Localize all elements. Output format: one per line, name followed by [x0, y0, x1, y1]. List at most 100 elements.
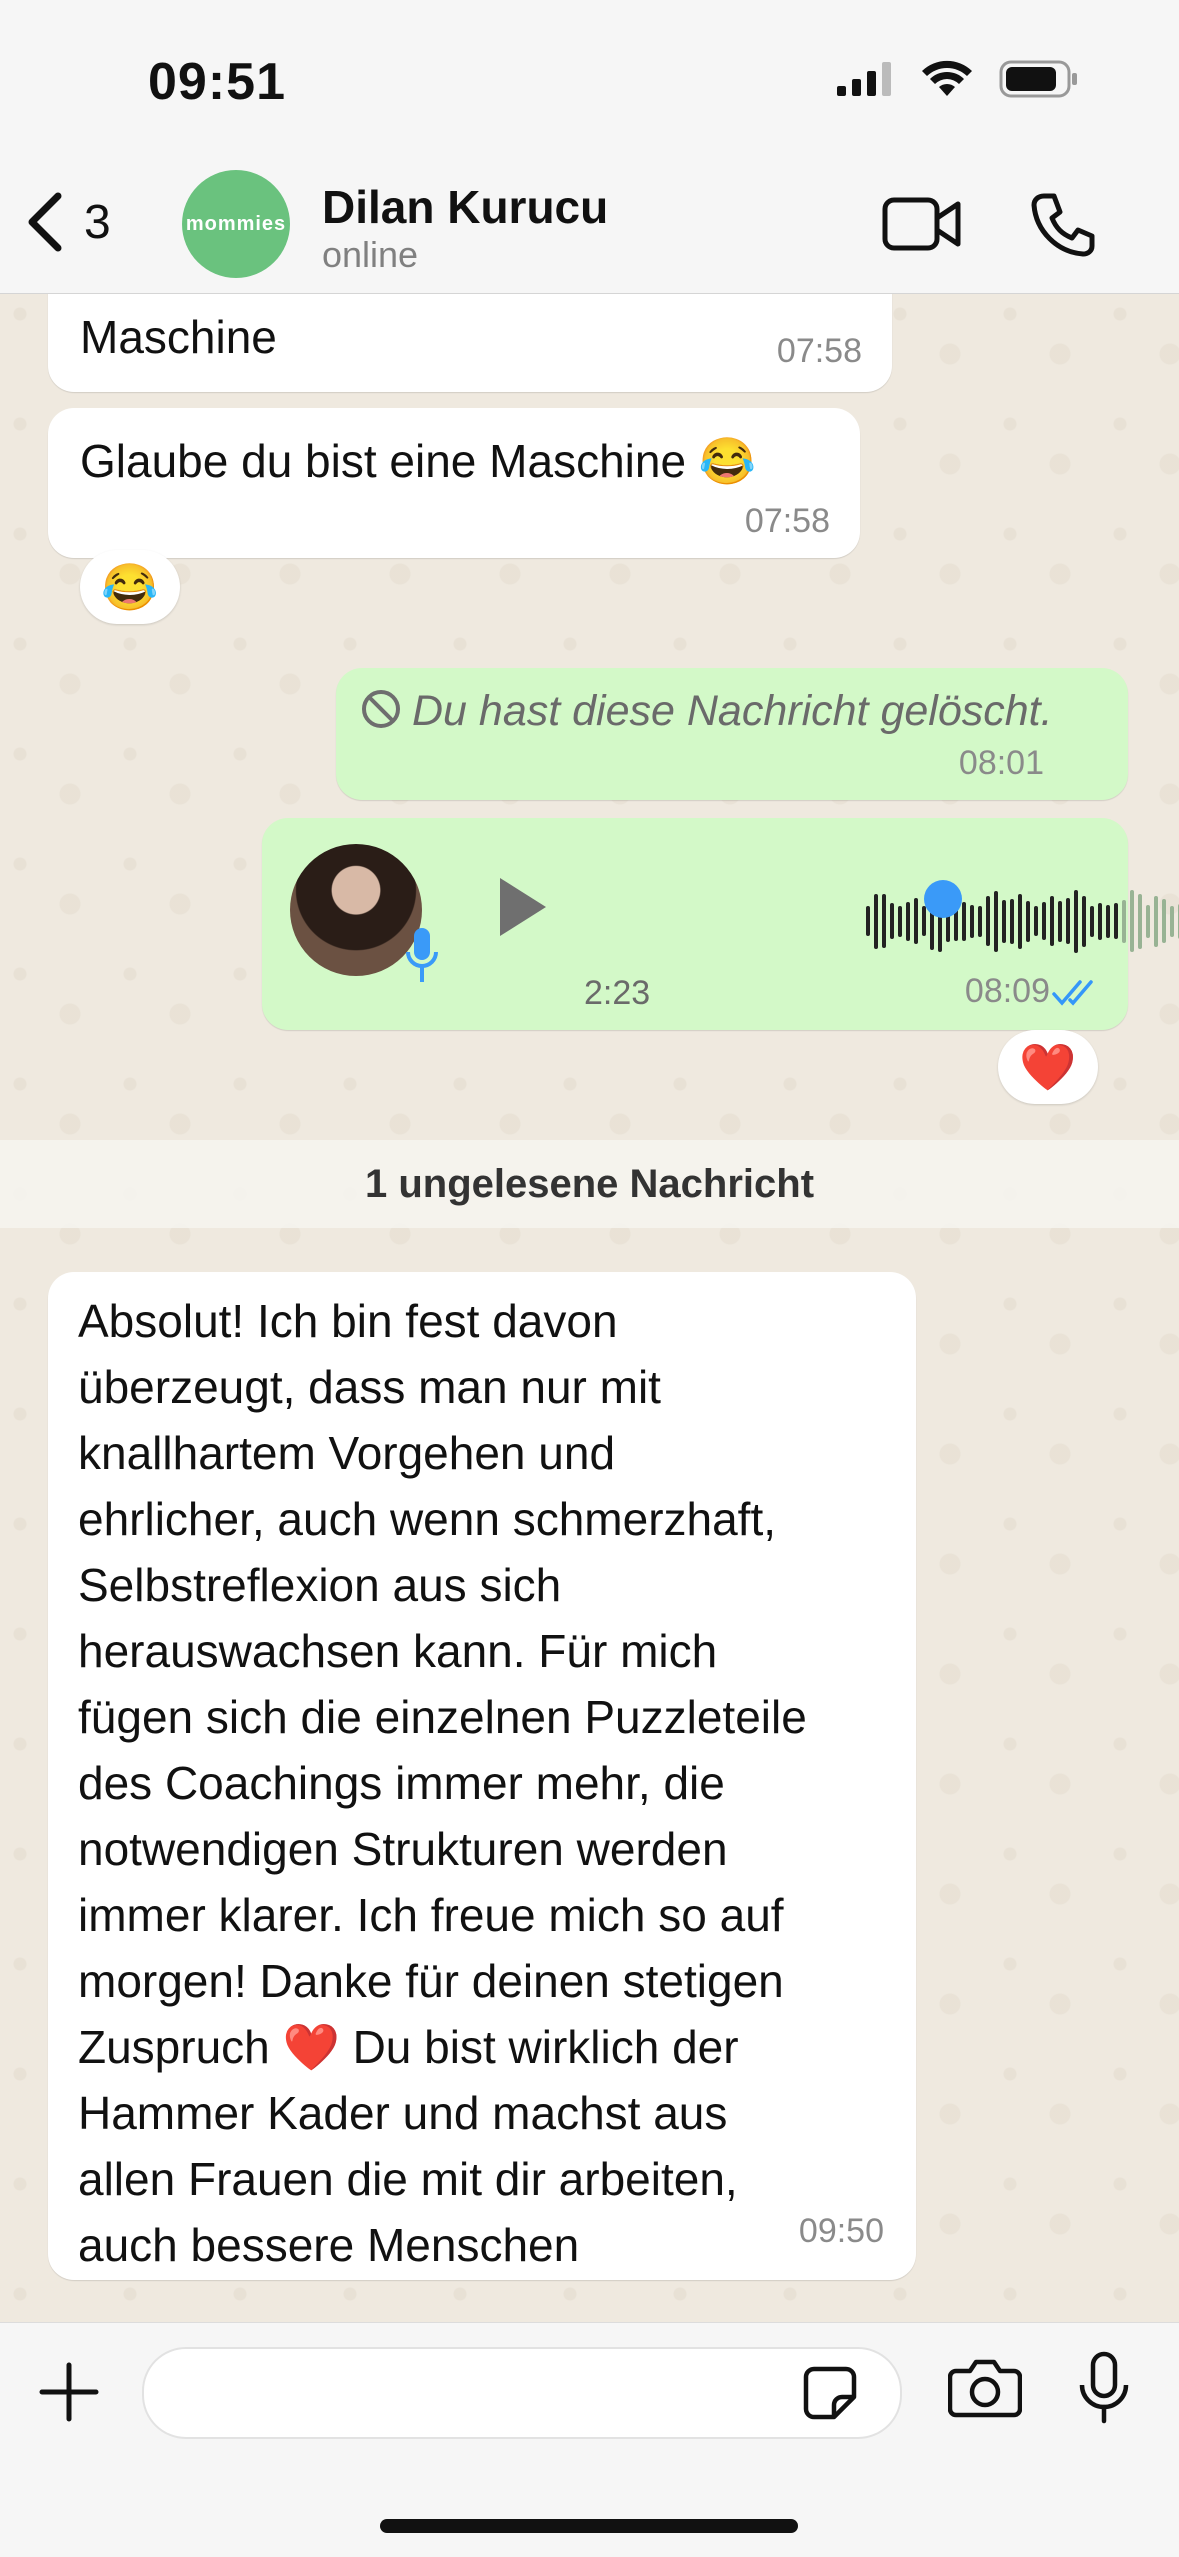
- long-message-text: Absolut! Ich bin fest davon überzeugt, da…: [78, 1288, 807, 2278]
- back-button[interactable]: 3: [22, 190, 111, 254]
- status-icons: [837, 60, 1079, 98]
- message-line: Absolut! Ich bin fest davon: [78, 1295, 618, 1347]
- reaction-emoji: 😂: [101, 560, 159, 613]
- video-call-icon[interactable]: [882, 194, 962, 254]
- read-ticks-icon: [1052, 980, 1093, 1006]
- message-line: fügen sich die einzelnen Puzzleteile: [78, 1691, 807, 1743]
- waveform-bar: [1058, 900, 1062, 942]
- deleted-message-text: Du hast diese Nachricht gelöscht.: [412, 687, 1053, 735]
- contact-status: online: [322, 234, 419, 275]
- waveform-bar: [1026, 900, 1030, 942]
- message-line: auch bessere Menschen: [78, 2219, 580, 2271]
- chat-area[interactable]: Maschine 07:58 Glaube du bist eine Masch…: [0, 294, 1179, 2322]
- waveform-bar: [1050, 896, 1054, 946]
- message-line: Hammer Kader und machst aus: [78, 2087, 728, 2139]
- message-line: ehrlicher, auch wenn schmerzhaft,: [78, 1493, 777, 1545]
- contact-name[interactable]: Dilan Kurucu: [322, 180, 608, 234]
- camera-icon[interactable]: [948, 2357, 1022, 2419]
- waveform-bar: [1082, 895, 1086, 947]
- voice-message-bubble[interactable]: 2:23 08:09: [262, 818, 1179, 1030]
- status-time: 09:51: [148, 53, 286, 111]
- microphone-icon: [406, 928, 438, 982]
- waveform-bar: [1154, 895, 1158, 947]
- avatar-logo-text: mommies: [185, 212, 287, 235]
- reaction-emoji: ❤️: [1019, 1040, 1077, 1093]
- message-time: 08:01: [958, 744, 1044, 782]
- play-icon[interactable]: [494, 874, 550, 940]
- waveform-bar: [874, 893, 878, 949]
- deleted-message-icon: [362, 690, 400, 728]
- waveform-bar: [1074, 889, 1078, 953]
- message-line: notwendigen Strukturen werden: [78, 1823, 728, 1875]
- waveform-bar: [866, 906, 870, 936]
- phone-call-icon[interactable]: [1030, 192, 1096, 258]
- waveform-bar: [1018, 893, 1022, 949]
- chevron-left-icon: [28, 192, 62, 252]
- waveform-bar: [1066, 898, 1070, 944]
- message-time: 07:58: [776, 332, 862, 370]
- message-line: herauswachsen kann. Für mich: [78, 1625, 718, 1677]
- waveform-bar: [1130, 890, 1134, 952]
- waveform-bar: [1002, 899, 1006, 943]
- message-input-bar: [0, 2322, 1179, 2557]
- message-line: immer klarer. Ich freue mich so auf: [78, 1889, 784, 1941]
- waveform-bar: [1106, 904, 1110, 938]
- voice-waveform[interactable]: [866, 884, 1179, 958]
- message-line: Zuspruch ❤️ Du bist wirklich der: [78, 2021, 739, 2073]
- sticker-icon[interactable]: [802, 2365, 858, 2421]
- signal-icon: [837, 62, 891, 96]
- waveform-bar: [1138, 893, 1142, 949]
- unread-divider: 1 ungelesene Nachricht: [0, 1140, 1179, 1228]
- unread-divider-text: 1 ungelesene Nachricht: [364, 1161, 815, 1206]
- waveform-bar: [1042, 902, 1046, 940]
- voice-progress-thumb[interactable]: [924, 880, 962, 918]
- message-reaction[interactable]: ❤️: [998, 1030, 1098, 1104]
- waveform-bar: [1170, 905, 1174, 937]
- message-text: Maschine: [80, 311, 277, 363]
- message-bubble-incoming[interactable]: Glaube du bist eine Maschine 😂 07:58: [48, 408, 860, 558]
- message-time: 09:50: [798, 2212, 884, 2250]
- waveform-bar: [978, 905, 982, 937]
- waveform-bar: [1162, 899, 1166, 943]
- message-reaction[interactable]: 😂: [80, 550, 180, 624]
- message-line: Selbstreflexion aus sich: [78, 1559, 562, 1611]
- waveform-bar: [890, 903, 894, 939]
- waveform-bar: [1098, 902, 1102, 940]
- waveform-bar: [922, 906, 926, 936]
- message-bubble-outgoing-deleted[interactable]: Du hast diese Nachricht gelöscht. 08:01: [336, 668, 1128, 800]
- voice-duration: 2:23: [584, 974, 651, 1012]
- waveform-bar: [994, 890, 998, 952]
- waveform-bar: [882, 894, 886, 948]
- waveform-bar: [962, 901, 966, 941]
- plus-icon[interactable]: [38, 2361, 100, 2423]
- message-time: 08:09: [964, 972, 1050, 1010]
- waveform-bar: [1010, 898, 1014, 944]
- message-line: morgen! Danke für deinen stetigen: [78, 1955, 784, 2007]
- waveform-bar: [1122, 899, 1126, 943]
- waveform-bar: [1114, 903, 1118, 939]
- message-line: des Coachings immer mehr, die: [78, 1757, 725, 1809]
- waveform-bar: [898, 905, 902, 937]
- waveform-bar: [914, 898, 918, 944]
- battery-icon: [999, 60, 1077, 98]
- message-line: knallhartem Vorgehen und: [78, 1427, 616, 1479]
- message-line: überzeugt, dass man nur mit: [78, 1361, 661, 1413]
- message-bubble-incoming[interactable]: Absolut! Ich bin fest davon überzeugt, da…: [48, 1272, 916, 2280]
- waveform-bar: [970, 904, 974, 938]
- waveform-bar: [1090, 905, 1094, 937]
- back-unread-count: 3: [84, 195, 111, 249]
- chat-header: 3 mommies Dilan Kurucu online: [0, 160, 1179, 294]
- home-indicator[interactable]: [380, 2519, 798, 2533]
- message-line: allen Frauen die mit dir arbeiten,: [78, 2153, 738, 2205]
- message-bubble-incoming[interactable]: Maschine 07:58: [48, 294, 892, 392]
- message-input[interactable]: [142, 2347, 902, 2439]
- voice-record-icon[interactable]: [1078, 2351, 1130, 2425]
- voice-sender-avatar: [290, 844, 422, 976]
- message-text: Glaube du bist eine Maschine 😂: [80, 435, 757, 487]
- waveform-bar: [906, 901, 910, 941]
- status-bar: 09:51: [0, 0, 1179, 160]
- waveform-bar: [1146, 904, 1150, 938]
- waveform-bar: [986, 896, 990, 946]
- wifi-icon: [922, 60, 972, 96]
- contact-avatar[interactable]: mommies: [182, 170, 290, 278]
